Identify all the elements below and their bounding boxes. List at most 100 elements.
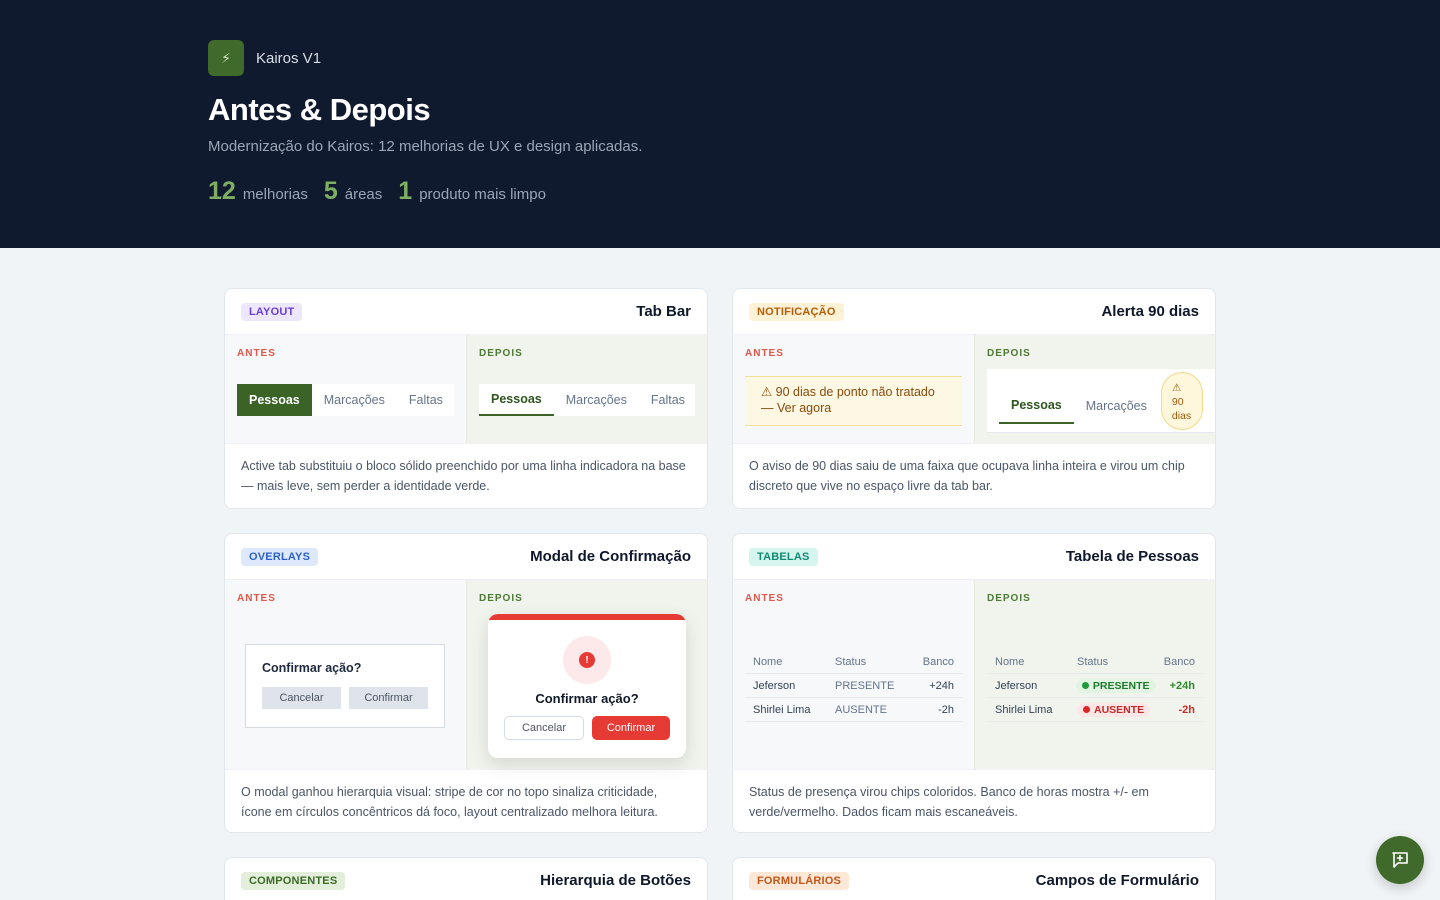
modal-question: Confirmar ação? [262,661,362,675]
table-row[interactable]: Shirlei Lima AUSENTE -2h [745,698,962,722]
category-tag: OVERLAYS [241,547,319,566]
card-buttons: COMPONENTES Hierarquia de Botões [224,857,708,900]
card-title: Campos de Formulário [1035,872,1199,889]
alert-banner[interactable]: ⚠ 90 dias de ponto não tratado — Ver ago… [745,376,962,426]
after-pane: DEPOIS ! Confirmar ação? Cancelar Confir… [466,580,707,769]
tab-marcacoes[interactable]: Marcações [554,384,639,416]
before-pane: ANTES Confirmar ação? Cancelar Confirmar [225,580,466,769]
col-nome: Nome [995,655,1025,668]
card-title: Tabela de Pessoas [1065,548,1199,565]
category-tag: NOTIFICAÇÃO [749,302,844,321]
warning-icon: ⚠ [1171,381,1182,394]
card-header: COMPONENTES Hierarquia de Botões [225,858,707,900]
tab-pessoas[interactable]: Pessoas [479,384,554,416]
card-header: FORMULÁRIOS Campos de Formulário [733,858,1215,900]
tab-pessoas[interactable]: Pessoas [237,384,312,416]
cell-name: Shirlei Lima [995,703,1053,716]
stat-label: produto mais limpo [419,186,546,203]
tab-marcacoes[interactable]: Marcações [312,384,397,416]
status-text: AUSENTE [1094,703,1145,716]
brand-name: Kairos V1 [256,49,322,67]
after-label: DEPOIS [479,593,523,604]
card-header: OVERLAYS Modal de Confirmação [225,534,707,579]
card-description: Active tab substituiu o bloco sólido pre… [241,459,686,493]
compare-panel: ANTES Nome Status Banco Jeferson PRESENT… [733,579,1215,770]
col-banco: Banco [922,655,954,668]
cell-bank: -2h [1178,703,1196,716]
tab-faltas[interactable]: Faltas [639,384,697,416]
modal-buttons: Cancelar Confirmar [262,687,428,709]
after-label: DEPOIS [987,348,1031,359]
page-title: Antes & Depois [208,92,431,127]
hero-header: ⚡ Kairos V1 Antes & Depois Modernização … [0,0,1440,248]
cancel-button[interactable]: Cancelar [262,687,341,709]
tab-marcacoes[interactable]: Marcações [1074,388,1159,424]
card-modal: OVERLAYS Modal de Confirmação ANTES Conf… [224,533,708,833]
before-pane: ANTES ⚠ 90 dias de ponto não tratado — V… [733,335,974,443]
compare-panel: ANTES ⚠ 90 dias de ponto não tratado — V… [733,334,1215,444]
exclamation-icon: ! [579,652,595,668]
card-description: O modal ganhou hierarquia visual: stripe… [241,785,658,819]
table-row[interactable]: Jeferson PRESENTE +24h [987,674,1203,698]
alert-circle-icon: ! [563,636,611,684]
col-nome: Nome [753,655,783,668]
brand: ⚡ Kairos V1 [208,40,1440,76]
after-pane: DEPOIS Pessoas Marcações Faltas [466,335,707,443]
old-modal: Confirmar ação? Cancelar Confirmar [245,644,445,728]
chip-line-2: dias [1171,409,1192,422]
cell-bank: +24h [929,679,954,692]
status-text: PRESENTE [1092,679,1150,692]
table-header: Nome Status Banco [745,650,962,674]
after-label: DEPOIS [987,593,1031,604]
col-banco: Banco [1163,655,1195,668]
modal-question: Confirmar ação? [535,691,639,706]
new-modal: ! Confirmar ação? Cancelar Confirmar [488,614,686,758]
before-pane: ANTES Pessoas Marcações Faltas [225,335,466,443]
modal-buttons: Cancelar Confirmar [504,716,670,740]
card-header: LAYOUT Tab Bar [225,289,707,334]
table-row[interactable]: Shirlei Lima AUSENTE -2h [987,698,1203,722]
confirm-button[interactable]: Confirmar [592,716,670,740]
status-dot [1081,682,1089,689]
stat-label: áreas [344,186,383,203]
confirm-button[interactable]: Confirmar [349,687,428,709]
alert-chip[interactable]: ⚠ 90 dias [1160,371,1203,430]
cell-status: AUSENTE [835,703,887,716]
tab-faltas[interactable]: Faltas [397,384,455,416]
old-people-table: Nome Status Banco Jeferson PRESENTE +24h… [745,650,962,722]
compare-panel: ANTES Confirmar ação? Cancelar Confirmar… [225,579,707,770]
stat-number: 5 [323,177,338,205]
cancel-button[interactable]: Cancelar [504,716,584,740]
card-header: TABELAS Tabela de Pessoas [733,534,1215,579]
old-tab-bar: Pessoas Marcações Faltas [237,384,454,416]
cell-name: Shirlei Lima [753,703,811,716]
before-label: ANTES [745,593,784,604]
card-description: O aviso de 90 dias saiu de uma faixa que… [749,459,1185,493]
status-badge: AUSENTE [1077,702,1151,717]
tab-pessoas[interactable]: Pessoas [999,388,1074,424]
card-header: NOTIFICAÇÃO Alerta 90 dias [733,289,1215,334]
after-pane: DEPOIS Nome Status Banco Jeferson PRESEN… [974,580,1215,769]
cell-status: PRESENTE [835,679,895,692]
card-title: Alerta 90 dias [1101,303,1199,320]
category-tag: COMPONENTES [241,871,346,890]
card-description: Status de presença virou chips coloridos… [749,785,1149,819]
card-alert-90: NOTIFICAÇÃO Alerta 90 dias ANTES ⚠ 90 di… [732,288,1216,509]
before-pane: ANTES Nome Status Banco Jeferson PRESENT… [733,580,974,769]
card-title: Modal de Confirmação [530,548,691,565]
before-label: ANTES [745,348,784,359]
cell-bank: -2h [938,703,954,716]
feedback-button[interactable] [1376,836,1424,884]
col-status: Status [835,655,867,668]
table-row[interactable]: Jeferson PRESENTE +24h [745,674,962,698]
chip-line-1: 90 [1171,395,1184,408]
after-label: DEPOIS [479,348,523,359]
before-label: ANTES [237,348,276,359]
cell-name: Jeferson [753,679,796,692]
card-title: Hierarquia de Botões [540,872,691,889]
status-badge: PRESENTE [1075,678,1156,693]
new-tab-bar: Pessoas Marcações Faltas [479,384,695,416]
card-table: TABELAS Tabela de Pessoas ANTES Nome Sta… [732,533,1216,833]
card-forms: FORMULÁRIOS Campos de Formulário [732,857,1216,900]
tab-bar-with-chip: Pessoas Marcações ⚠ 90 dias [987,369,1215,433]
